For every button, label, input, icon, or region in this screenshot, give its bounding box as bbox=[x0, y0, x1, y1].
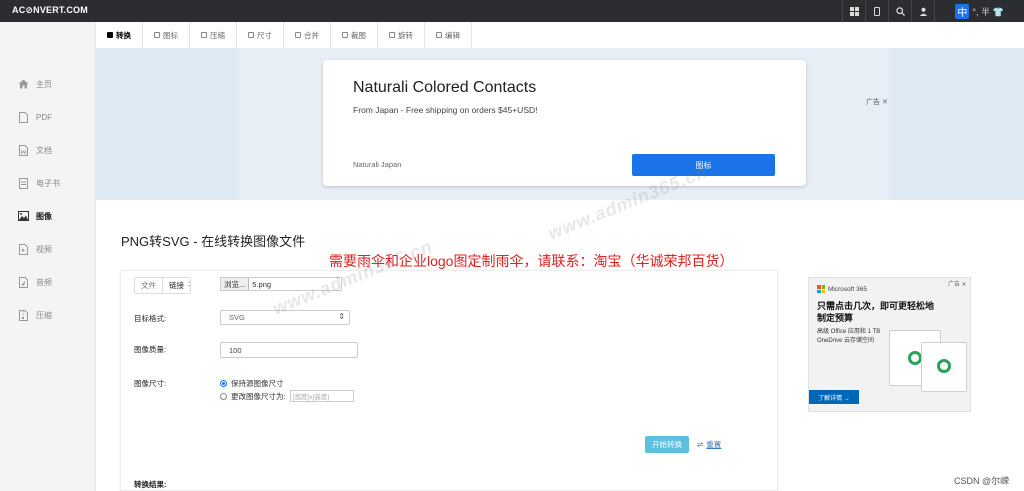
tab-checkbox-icon bbox=[342, 32, 348, 38]
video-icon bbox=[18, 243, 29, 255]
sidebar: 主页 PDF 文档 电子书 图像 视频 音频 压缩 bbox=[0, 22, 96, 491]
select-arrows-icon: ⇕ bbox=[338, 312, 345, 321]
sidebar-item-archive[interactable]: 压缩 bbox=[0, 299, 96, 331]
start-convert-button[interactable]: 开始转换 bbox=[645, 436, 689, 453]
size-change-option[interactable]: 更改图像尺寸为: [宽度]x[高度] bbox=[220, 390, 354, 402]
sidebar-item-label: 视频 bbox=[36, 244, 52, 254]
tab-icon[interactable]: 图标 bbox=[143, 22, 190, 48]
tab-checkbox-icon bbox=[436, 32, 442, 38]
size-keep-option[interactable]: 保持源图像尺寸 bbox=[220, 378, 284, 389]
reset-icon: ⇌ bbox=[697, 440, 704, 449]
reset-label[interactable]: 重置 bbox=[706, 439, 721, 450]
side-ad-close-badge[interactable]: 广告 ✕ bbox=[948, 279, 967, 288]
tab-checkbox-icon bbox=[389, 32, 395, 38]
pdf-icon bbox=[18, 111, 29, 123]
side-ad-brand-label: Microsoft 365 bbox=[828, 285, 868, 293]
ad-subtitle: From Japan - Free shipping on orders $45… bbox=[353, 105, 538, 115]
top-actions: 中 °, 半 👕 bbox=[842, 0, 1024, 22]
target-format-label: 目标格式: bbox=[134, 314, 167, 323]
source-link-option[interactable]: 链接 bbox=[162, 278, 190, 293]
tablet-illustration bbox=[921, 342, 967, 392]
microsoft-logo-icon bbox=[817, 285, 825, 293]
archive-icon bbox=[18, 309, 29, 321]
size-change-label: 更改图像尺寸为: bbox=[231, 391, 286, 401]
sidebar-item-home[interactable]: 主页 bbox=[0, 68, 96, 100]
mobile-icon[interactable] bbox=[865, 0, 888, 22]
source-file-option[interactable]: 文件 bbox=[135, 278, 162, 293]
top-ad-banner: Naturali Colored Contacts From Japan - F… bbox=[96, 48, 1024, 200]
sidebar-item-ebook[interactable]: 电子书 bbox=[0, 167, 96, 199]
size-label: 图像尺寸: bbox=[134, 379, 167, 388]
home-icon bbox=[18, 79, 29, 90]
quality-value: 100 bbox=[229, 345, 242, 355]
lang-chinese[interactable]: 中 bbox=[955, 3, 970, 19]
quality-label: 图像质量: bbox=[134, 345, 167, 354]
sidebar-item-label: 电子书 bbox=[36, 178, 60, 188]
tab-checkbox-icon bbox=[107, 32, 113, 38]
microsoft-brand: Microsoft 365 bbox=[817, 285, 867, 293]
sidebar-item-label: 压缩 bbox=[36, 310, 52, 320]
ad-close-badge[interactable]: 广告 ✕ bbox=[866, 97, 888, 107]
tab-checkbox-icon bbox=[154, 32, 160, 38]
reset-link[interactable]: ⇌ 重置 bbox=[697, 439, 721, 450]
tab-rotate[interactable]: 旋转 bbox=[378, 22, 425, 48]
image-icon bbox=[18, 211, 29, 222]
side-ad-learn-more-button[interactable]: 了解详情 → bbox=[809, 390, 859, 404]
grid-icon[interactable] bbox=[842, 0, 865, 22]
sidebar-item-label: 图像 bbox=[36, 211, 52, 221]
source-colon: : bbox=[188, 279, 191, 288]
result-label: 转换结果: bbox=[134, 480, 167, 489]
chart-ring-icon bbox=[937, 359, 951, 373]
radio-selected-icon[interactable] bbox=[220, 380, 227, 387]
quality-input[interactable]: 100 bbox=[220, 342, 358, 358]
tab-checkbox-icon bbox=[201, 32, 207, 38]
tab-compress[interactable]: 压缩 bbox=[190, 22, 237, 48]
tab-size[interactable]: 尺寸 bbox=[237, 22, 284, 48]
sidebar-item-audio[interactable]: 音频 bbox=[0, 266, 96, 298]
lang-others: °, 半 👕 bbox=[972, 6, 1004, 17]
sidebar-item-video[interactable]: 视频 bbox=[0, 233, 96, 265]
search-icon[interactable] bbox=[888, 0, 911, 22]
sidebar-item-label: 音频 bbox=[36, 277, 52, 287]
sidebar-item-docs[interactable]: 文档 bbox=[0, 134, 96, 166]
tab-merge[interactable]: 合并 bbox=[284, 22, 331, 48]
size-input[interactable]: [宽度]x[高度] bbox=[289, 390, 354, 402]
site-logo[interactable]: AC⊘NVERT.COM bbox=[12, 5, 88, 16]
browse-button[interactable]: 浏览... bbox=[221, 278, 250, 290]
ebook-icon bbox=[18, 177, 29, 189]
tab-checkbox-icon bbox=[295, 32, 301, 38]
chart-ring-icon bbox=[908, 351, 922, 365]
tool-tabs: 转换 图标 压缩 尺寸 合并 裁图 旋转 编辑 bbox=[96, 22, 472, 48]
side-ad-title: 只需点击几次，即可更轻松地制定预算 bbox=[817, 301, 935, 323]
page-title: PNG转SVG - 在线转换图像文件 bbox=[121, 234, 306, 249]
ad-brand: Naturali Japan bbox=[353, 160, 402, 169]
csdn-credit: CSDN @尔嵘 bbox=[954, 476, 1010, 486]
target-format-value: SVG bbox=[229, 313, 245, 322]
tab-convert[interactable]: 转换 bbox=[96, 22, 143, 48]
word-icon bbox=[18, 144, 29, 156]
ad-card[interactable]: Naturali Colored Contacts From Japan - F… bbox=[323, 60, 806, 186]
radio-unselected-icon[interactable] bbox=[220, 392, 227, 400]
sidebar-item-label: 主页 bbox=[36, 79, 52, 89]
side-ad[interactable]: Microsoft 365 只需点击几次，即可更轻松地制定预算 高级 Offic… bbox=[808, 277, 971, 412]
sidebar-item-label: 文档 bbox=[36, 145, 52, 155]
source-toggle: 文件 链接 bbox=[134, 277, 191, 294]
top-bar: AC⊘NVERT.COM 中 °, 半 👕 bbox=[0, 0, 1024, 22]
tab-checkbox-icon bbox=[248, 32, 254, 38]
file-name: 5.png bbox=[252, 279, 272, 289]
tab-edit[interactable]: 编辑 bbox=[425, 22, 472, 48]
side-ad-subtitle: 高级 Office 应用和 1 TB OneDrive 云存储空间 bbox=[817, 329, 881, 344]
ad-title[interactable]: Naturali Colored Contacts bbox=[353, 79, 536, 97]
convert-form bbox=[120, 270, 778, 491]
audio-icon bbox=[18, 276, 29, 288]
sidebar-item-label: PDF bbox=[36, 112, 52, 122]
tab-crop[interactable]: 裁图 bbox=[331, 22, 378, 48]
language-switcher[interactable]: 中 °, 半 👕 bbox=[934, 0, 1024, 22]
user-icon[interactable] bbox=[911, 0, 934, 22]
sidebar-item-image[interactable]: 图像 bbox=[0, 200, 96, 232]
sidebar-item-pdf[interactable]: PDF bbox=[0, 101, 96, 133]
size-keep-label: 保持源图像尺寸 bbox=[231, 379, 284, 388]
